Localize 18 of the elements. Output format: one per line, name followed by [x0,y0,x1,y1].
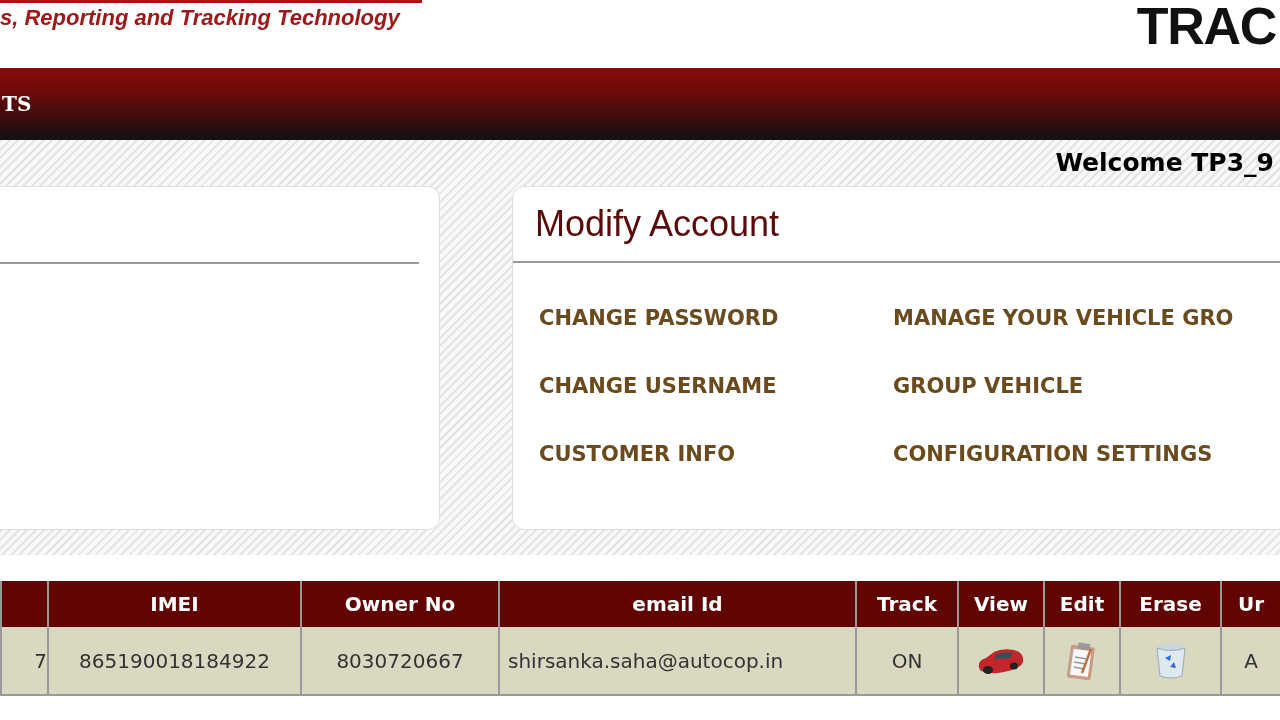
account-link[interactable]: GROUP VEHICLE [893,373,1280,399]
table-cell: ON [856,627,958,695]
nav-link[interactable]: TS [2,89,32,119]
account-link[interactable]: CONFIGURATION SETTINGS [893,441,1280,467]
account-link[interactable]: MANAGE YOUR VEHICLE GRO [893,305,1280,331]
account-link[interactable]: CHANGE PASSWORD [539,305,893,331]
panel-title: Modify Account [535,202,780,246]
table-cell: 8030720667 [301,627,499,695]
tagline: s, Reporting and Tracking Technology [0,4,402,32]
table-cell: shirsanka.saha@autocop.in [499,627,856,695]
table-cell: 865190018184922 [48,627,301,695]
table-cell: A [1221,627,1280,695]
logo-text: TRAC [1136,0,1277,52]
recycle-bin-icon[interactable] [1153,641,1188,680]
account-link[interactable]: CHANGE USERNAME [539,373,893,399]
account-link[interactable]: CUSTOMER INFO [539,441,893,467]
welcome-text: Welcome TP3_9 [1055,147,1274,180]
table-cell: 7 [1,627,48,695]
